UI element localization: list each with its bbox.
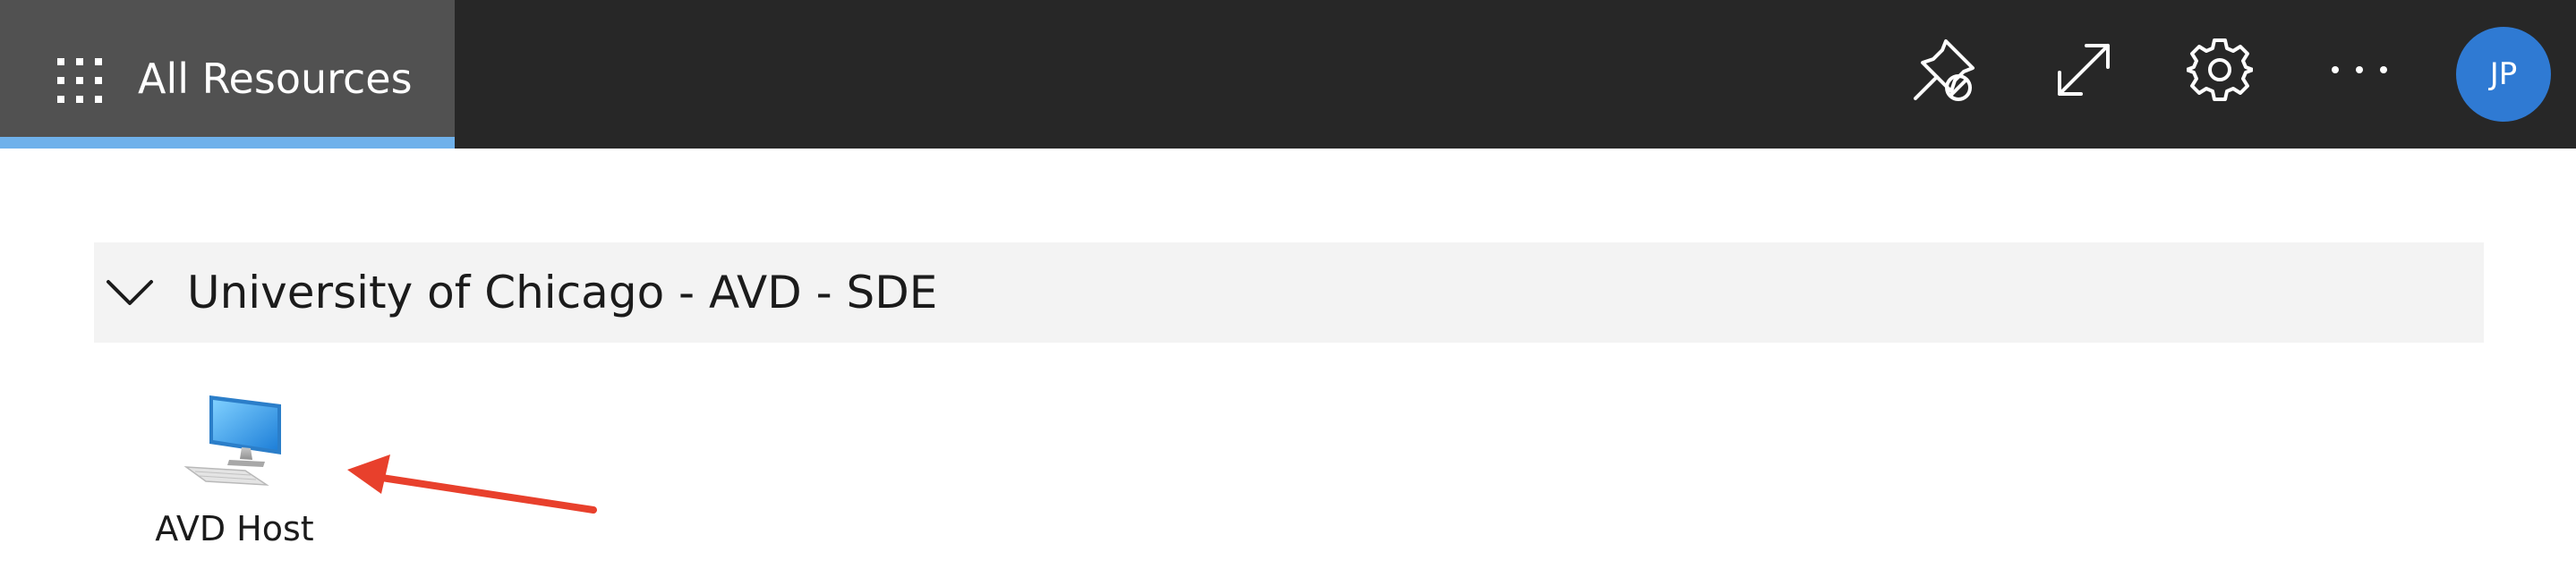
more-icon <box>2332 66 2387 73</box>
top-bar: All Resources JP <box>0 0 2576 149</box>
settings-button[interactable] <box>2182 32 2257 107</box>
unpin-icon <box>1914 39 1975 101</box>
active-tab-indicator <box>0 137 455 149</box>
more-button[interactable] <box>2322 32 2397 107</box>
expand-button[interactable] <box>2046 32 2121 107</box>
app-launcher-icon[interactable] <box>57 58 102 103</box>
user-avatar[interactable]: JP <box>2456 27 2551 122</box>
chevron-down-icon[interactable] <box>105 268 155 318</box>
expand-icon <box>2058 44 2110 96</box>
resource-group-title: University of Chicago - AVD - SDE <box>187 267 938 318</box>
unpin-button[interactable] <box>1906 32 1982 107</box>
gear-icon <box>2187 38 2253 101</box>
annotation-arrow <box>347 454 597 514</box>
desktop-computer-icon <box>183 395 281 486</box>
resource-group-header[interactable]: University of Chicago - AVD - SDE <box>94 242 2484 343</box>
page-title: All Resources <box>138 55 413 103</box>
resource-tile-avd-host[interactable]: AVD Host <box>134 385 335 564</box>
resource-label: AVD Host <box>155 509 314 548</box>
all-resources-tab[interactable]: All Resources <box>0 0 455 149</box>
